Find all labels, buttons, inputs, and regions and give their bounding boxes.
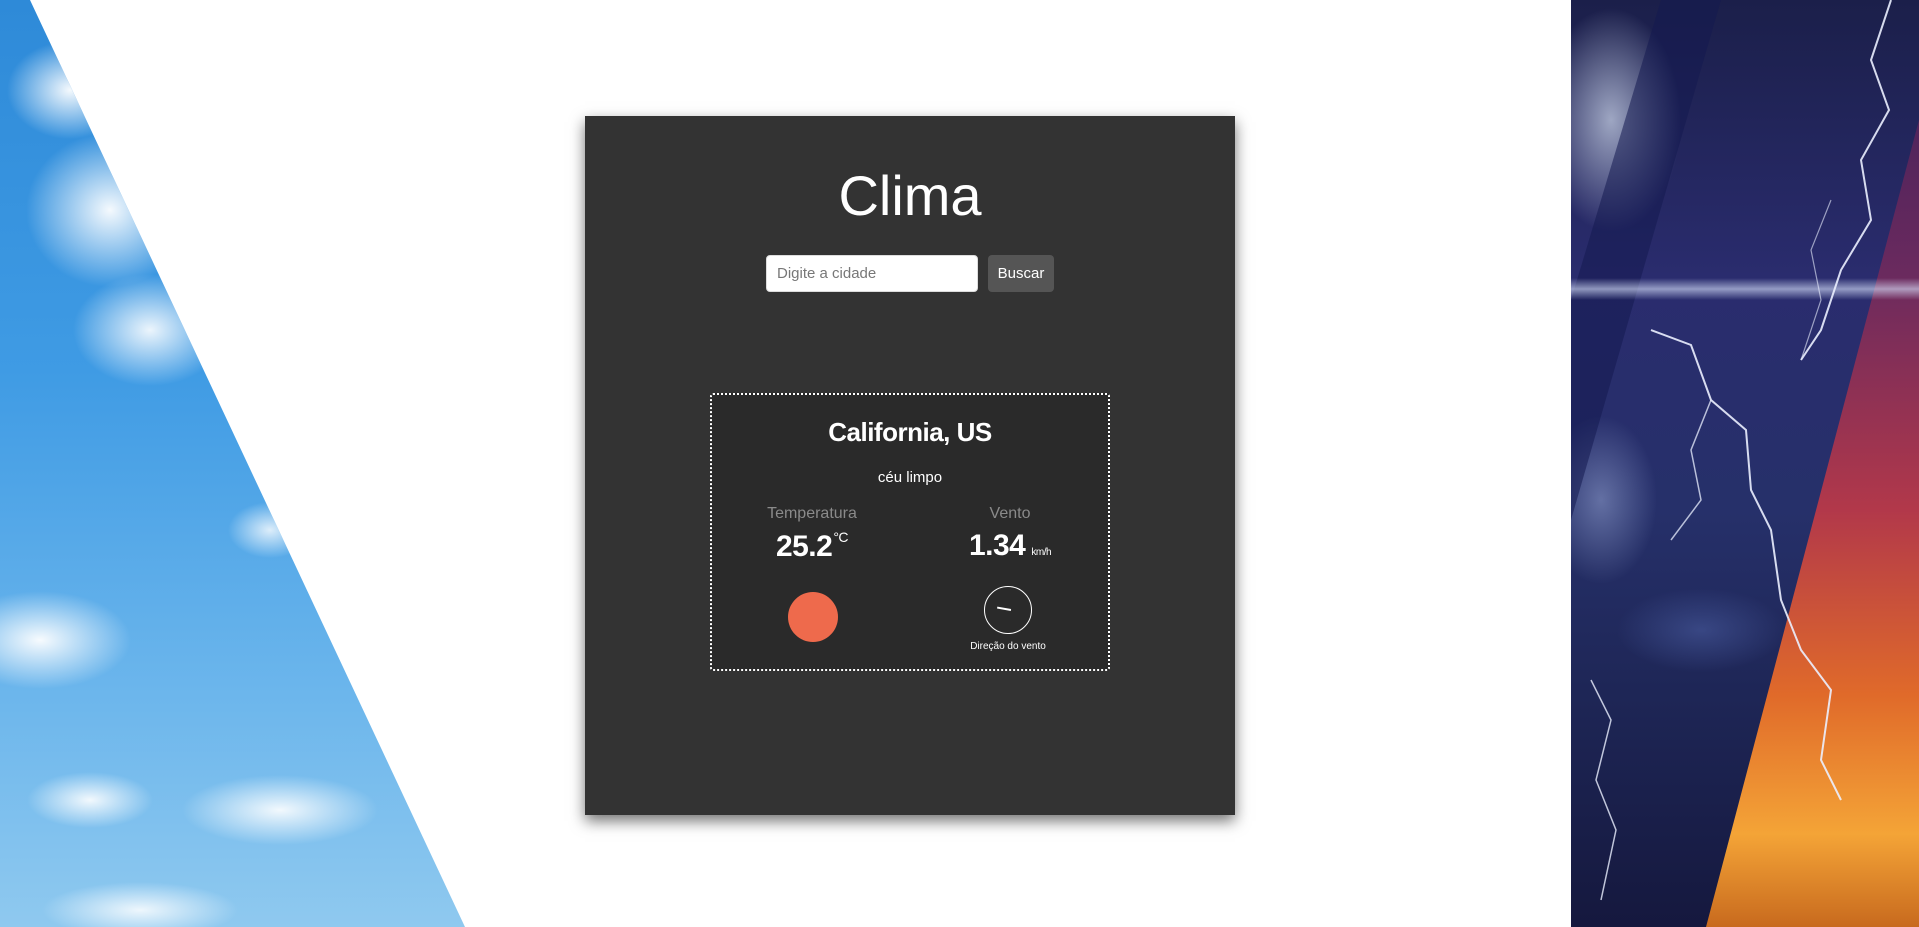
sun-icon	[788, 592, 838, 642]
compass-icon	[984, 586, 1032, 634]
wind-section: Vento 1.34 km/h	[910, 505, 1110, 563]
wind-direction-needle	[997, 606, 1012, 611]
wind-number: 1.34	[968, 529, 1026, 562]
wind-label: Vento	[989, 505, 1031, 522]
weather-description: céu limpo	[877, 469, 943, 486]
temperature-label: Temperatura	[767, 505, 857, 522]
temperature-section: Temperatura 25.2°C	[712, 505, 912, 564]
app-title: Clima	[838, 164, 982, 227]
lightning-bolts	[1590, 0, 1892, 901]
wind-unit: km/h	[1031, 547, 1052, 558]
temperature-value: 25.2°C	[775, 529, 849, 564]
wind-direction-label: Direção do vento	[970, 641, 1046, 652]
temperature-number: 25.2	[775, 530, 833, 563]
location-name: California, US	[828, 417, 992, 447]
wind-value: 1.34 km/h	[968, 529, 1052, 563]
temperature-unit: °C	[833, 529, 849, 545]
search-button[interactable]: Buscar	[988, 255, 1054, 292]
city-search-input[interactable]	[766, 255, 978, 292]
weather-result-card: California, US céu limpo Temperatura 25.…	[710, 393, 1110, 671]
storm-background-image	[1571, 0, 1919, 927]
weather-app-panel: Clima Buscar California, US céu limpo Te…	[585, 116, 1235, 815]
sky-background-image	[0, 0, 465, 927]
